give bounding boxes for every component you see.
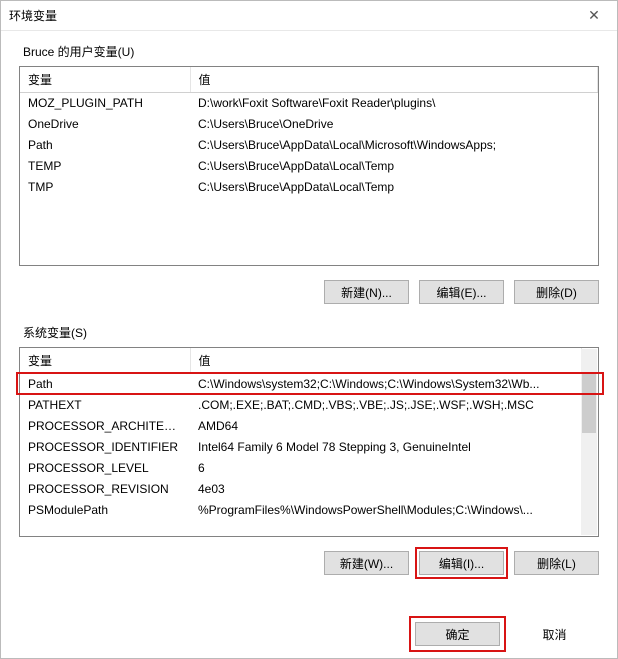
table-row[interactable]: OneDriveC:\Users\Bruce\OneDrive — [20, 114, 598, 135]
scrollbar-thumb[interactable] — [582, 373, 596, 433]
system-edit-button[interactable]: 编辑(I)... — [419, 551, 504, 575]
ok-button[interactable]: 确定 — [415, 622, 500, 646]
col-header-var[interactable]: 变量 — [20, 67, 190, 93]
system-delete-button[interactable]: 删除(L) — [514, 551, 599, 575]
user-new-button[interactable]: 新建(N)... — [324, 280, 409, 304]
table-row[interactable]: PathC:\Users\Bruce\AppData\Local\Microso… — [20, 135, 598, 156]
table-row[interactable]: PSModulePath%ProgramFiles%\WindowsPowerS… — [20, 500, 582, 521]
titlebar: 环境变量 ✕ — [1, 1, 617, 31]
window-title: 环境变量 — [9, 7, 57, 24]
col-header-val[interactable]: 值 — [190, 67, 598, 93]
env-vars-dialog: 环境变量 ✕ Bruce 的用户变量(U) 变量 值 MOZ_PLUGIN_PA… — [0, 0, 618, 659]
table-header-row[interactable]: 变量 值 — [20, 348, 582, 374]
table-row[interactable]: TMPC:\Users\Bruce\AppData\Local\Temp — [20, 177, 598, 198]
table-row[interactable]: PROCESSOR_ARCHITECT...AMD64 — [20, 416, 582, 437]
table-row[interactable]: PROCESSOR_REVISION4e03 — [20, 479, 582, 500]
user-edit-button[interactable]: 编辑(E)... — [419, 280, 504, 304]
table-row[interactable]: MOZ_PLUGIN_PATHD:\work\Foxit Software\Fo… — [20, 93, 598, 114]
system-vars-label: 系统变量(S) — [19, 324, 599, 341]
table-row[interactable]: TEMPC:\Users\Bruce\AppData\Local\Temp — [20, 156, 598, 177]
col-header-var[interactable]: 变量 — [20, 348, 190, 374]
table-row[interactable]: PROCESSOR_IDENTIFIERIntel64 Family 6 Mod… — [20, 437, 582, 458]
user-vars-table[interactable]: 变量 值 MOZ_PLUGIN_PATHD:\work\Foxit Softwa… — [19, 66, 599, 266]
close-icon[interactable]: ✕ — [579, 7, 609, 24]
col-header-val[interactable]: 值 — [190, 348, 582, 374]
table-row[interactable]: PROCESSOR_LEVEL6 — [20, 458, 582, 479]
scrollbar[interactable] — [581, 349, 597, 535]
table-row[interactable]: PATHEXT.COM;.EXE;.BAT;.CMD;.VBS;.VBE;.JS… — [20, 395, 582, 416]
user-vars-label: Bruce 的用户变量(U) — [19, 43, 599, 60]
system-new-button[interactable]: 新建(W)... — [324, 551, 409, 575]
table-header-row[interactable]: 变量 值 — [20, 67, 598, 93]
table-row[interactable]: PathC:\Windows\system32;C:\Windows;C:\Wi… — [20, 374, 582, 395]
system-vars-table[interactable]: 变量 值 PathC:\Windows\system32;C:\Windows;… — [19, 347, 599, 537]
user-delete-button[interactable]: 删除(D) — [514, 280, 599, 304]
cancel-button[interactable]: 取消 — [512, 622, 597, 646]
